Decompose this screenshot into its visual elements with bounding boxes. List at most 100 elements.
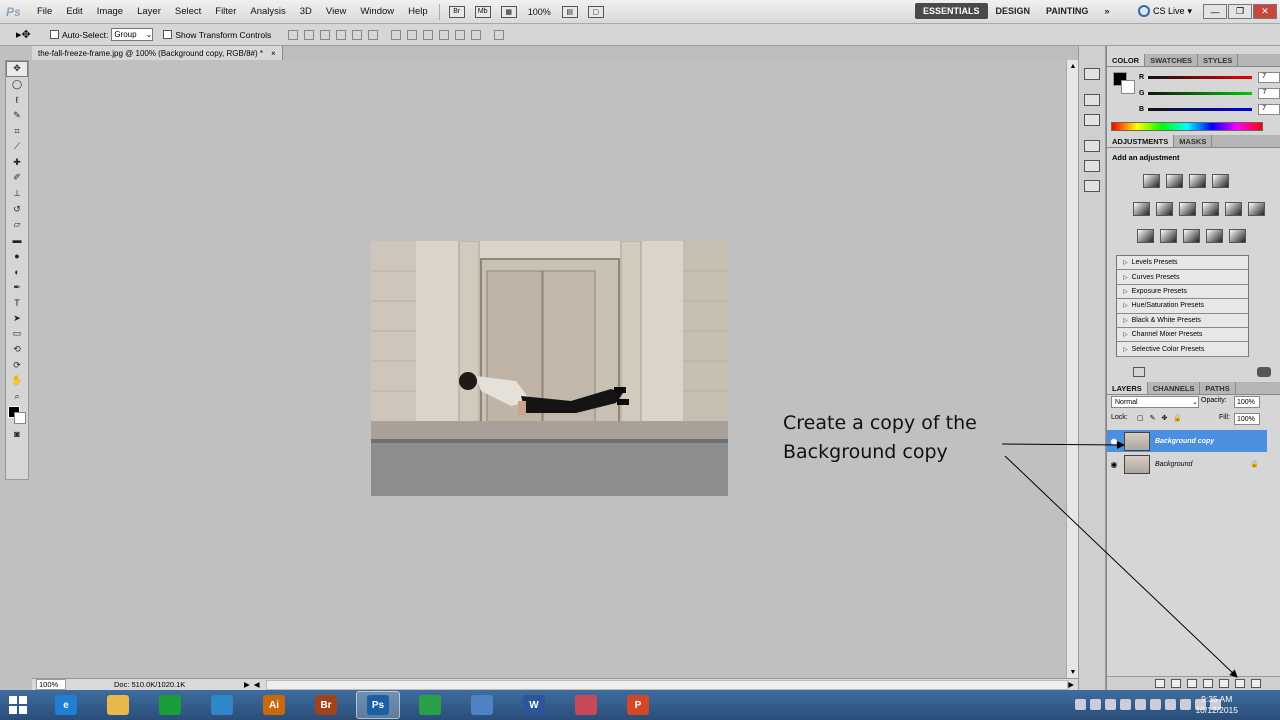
cs-live-button[interactable]: CS Live ▾ <box>1138 5 1192 17</box>
align-bottom-icon[interactable] <box>320 29 331 40</box>
distribute-top-icon[interactable] <box>391 29 402 40</box>
view-extras-icon[interactable]: ▦ <box>500 5 517 18</box>
color-panel-background[interactable] <box>1121 80 1135 94</box>
document-image[interactable] <box>371 241 728 496</box>
lasso-tool-icon[interactable]: ℓ <box>6 92 28 108</box>
tray-icon[interactable] <box>1135 699 1146 710</box>
healing-brush-tool-icon[interactable]: ✚ <box>6 155 28 171</box>
menu-analysis[interactable]: Analysis <box>243 6 292 17</box>
vibrance-icon[interactable] <box>1133 202 1150 216</box>
taskbar-app-button[interactable] <box>200 691 244 719</box>
preset-curves[interactable]: ▷ Curves Presets <box>1117 270 1248 285</box>
quick-select-tool-icon[interactable]: ✎ <box>6 108 28 124</box>
tray-icon[interactable] <box>1150 699 1161 710</box>
zoom-level[interactable]: 100% <box>528 7 551 17</box>
hscroll-right-icon[interactable]: ▶ <box>1068 680 1074 689</box>
hscroll-left-icon[interactable]: ◀ <box>254 680 260 689</box>
menu-file[interactable]: File <box>30 6 59 17</box>
menu-filter[interactable]: Filter <box>208 6 243 17</box>
menu-help[interactable]: Help <box>401 6 435 17</box>
adjustment-view-icon[interactable] <box>1133 367 1145 377</box>
3d-orbit-tool-icon[interactable]: ⟳ <box>6 357 28 373</box>
link-layers-icon[interactable] <box>1155 679 1165 688</box>
actions-panel-icon[interactable] <box>1084 114 1100 126</box>
taskbar-app-button[interactable]: W <box>512 691 556 719</box>
tray-icon[interactable] <box>1180 699 1191 710</box>
quick-mask-icon[interactable]: ◙ <box>6 426 28 442</box>
menu-image[interactable]: Image <box>90 6 130 17</box>
auto-select-checkbox[interactable] <box>50 30 59 39</box>
blur-tool-icon[interactable]: ● <box>6 248 28 264</box>
mini-bridge-icon[interactable]: Mb <box>474 5 491 18</box>
taskbar-app-button[interactable] <box>408 691 452 719</box>
align-vcenter-icon[interactable] <box>304 29 315 40</box>
new-group-icon[interactable] <box>1219 679 1229 688</box>
move-tool-preset-icon[interactable]: ▸✥ <box>16 28 40 41</box>
minibridge-panel-icon[interactable] <box>1084 68 1100 80</box>
zoom-field[interactable]: 100% <box>36 679 66 690</box>
align-right-icon[interactable] <box>368 29 379 40</box>
tray-icon[interactable] <box>1120 699 1131 710</box>
align-left-icon[interactable] <box>336 29 347 40</box>
distribute-bottom-icon[interactable] <box>423 29 434 40</box>
tab-layers[interactable]: LAYERS <box>1107 382 1148 394</box>
distribute-right-icon[interactable] <box>471 29 482 40</box>
clone-source-panel-icon[interactable] <box>1084 160 1100 172</box>
tab-paths[interactable]: PATHS <box>1200 382 1236 394</box>
type-tool-icon[interactable]: T <box>6 295 28 311</box>
selective-color-icon[interactable] <box>1229 229 1246 243</box>
preset-hue-saturation[interactable]: ▷ Hue/Saturation Presets <box>1117 299 1248 314</box>
preset-levels[interactable]: ▷ Levels Presets <box>1117 256 1248 271</box>
workspace-more[interactable]: » <box>1096 3 1117 19</box>
gradient-tool-icon[interactable]: ▬ <box>6 233 28 249</box>
menu-layer[interactable]: Layer <box>130 6 168 17</box>
tab-masks[interactable]: MASKS <box>1174 135 1213 147</box>
menu-view[interactable]: View <box>319 6 353 17</box>
path-selection-tool-icon[interactable]: ➤ <box>6 311 28 327</box>
blue-slider[interactable] <box>1148 108 1253 111</box>
shape-tool-icon[interactable]: ▭ <box>6 326 28 342</box>
canvas-area[interactable] <box>32 60 1066 678</box>
menu-edit[interactable]: Edit <box>59 6 89 17</box>
new-layer-icon[interactable] <box>1235 679 1245 688</box>
green-value[interactable]: 7 <box>1258 88 1280 99</box>
posterize-icon[interactable] <box>1160 229 1177 243</box>
visibility-eye-icon[interactable]: ◉ <box>1107 437 1121 446</box>
invert-icon[interactable] <box>1137 229 1154 243</box>
clock[interactable]: 9:35 AM 10/12/2015 <box>1195 694 1238 716</box>
start-button[interactable] <box>0 690 36 720</box>
menu-3d[interactable]: 3D <box>293 6 319 17</box>
crop-tool-icon[interactable]: ⌗ <box>6 123 28 139</box>
fill-field[interactable]: 100% <box>1234 413 1260 425</box>
marquee-tool-icon[interactable]: ◯ <box>6 77 28 93</box>
eraser-tool-icon[interactable]: ▱ <box>6 217 28 233</box>
photo-filter-icon[interactable] <box>1225 202 1242 216</box>
tab-adjustments[interactable]: ADJUSTMENTS <box>1107 135 1175 147</box>
preset-black-white[interactable]: ▷ Black & White Presets <box>1117 314 1248 328</box>
taskbar-app-button[interactable] <box>460 691 504 719</box>
color-spectrum[interactable] <box>1111 122 1263 131</box>
background-color-swatch[interactable] <box>14 412 26 425</box>
history-panel-icon[interactable] <box>1084 94 1100 106</box>
distribute-vcenter-icon[interactable] <box>407 29 418 40</box>
hue-saturation-icon[interactable] <box>1156 202 1173 216</box>
arrange-documents-icon[interactable]: ▤ <box>561 5 578 18</box>
lock-position-icon[interactable]: ✥ <box>1162 414 1168 422</box>
threshold-icon[interactable] <box>1183 229 1200 243</box>
align-top-icon[interactable] <box>288 29 299 40</box>
horizontal-scrollbar[interactable] <box>265 679 1069 690</box>
black-white-icon[interactable] <box>1202 202 1219 216</box>
preset-exposure[interactable]: ▷ Exposure Presets <box>1117 285 1248 300</box>
workspace-painting[interactable]: PAINTING <box>1038 3 1096 19</box>
lock-pixels-icon[interactable]: ✎ <box>1150 414 1156 422</box>
tray-icon[interactable] <box>1105 699 1116 710</box>
adjustment-clip-icon[interactable] <box>1257 367 1271 377</box>
delete-layer-icon[interactable] <box>1251 679 1261 688</box>
tab-color[interactable]: COLOR <box>1107 54 1146 66</box>
tray-icon[interactable] <box>1165 699 1176 710</box>
zoom-tool-icon[interactable]: ⌕ <box>6 388 28 404</box>
status-menu-icon[interactable]: ▶ <box>244 680 250 689</box>
auto-select-dropdown[interactable]: Group ⌄ <box>111 28 154 41</box>
layer-style-icon[interactable] <box>1171 679 1181 688</box>
tab-styles[interactable]: STYLES <box>1198 54 1239 66</box>
